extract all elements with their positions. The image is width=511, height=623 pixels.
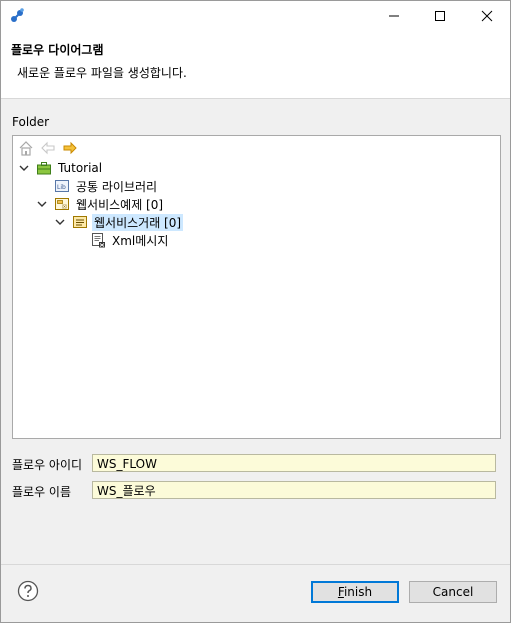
folder-tree[interactable]: Tutorial Lib 공통 라이브러리 ☒ 웹서비스예제 [0] 웹서비스거… xyxy=(12,135,501,439)
tree-node-label: 웹서비스거래 [0] xyxy=(92,213,184,231)
maximize-button[interactable] xyxy=(417,1,463,31)
chevron-down-icon[interactable] xyxy=(36,198,48,210)
flow-name-row: 플로우 이름 WS_플로우 xyxy=(12,481,496,501)
xml-message-icon xyxy=(90,232,106,248)
tree-node-tutorial[interactable]: Tutorial xyxy=(18,159,104,177)
briefcase-icon xyxy=(36,160,52,176)
flow-id-input[interactable]: WS_FLOW xyxy=(92,454,496,472)
svg-text:☒: ☒ xyxy=(62,204,67,211)
home-icon[interactable] xyxy=(18,140,34,156)
minimize-button[interactable] xyxy=(371,1,417,31)
cancel-button[interactable]: Cancel xyxy=(409,581,497,603)
forward-arrow-icon[interactable] xyxy=(62,140,78,156)
wizard-header: 플로우 다이어그램 새로운 플로우 파일을 생성합니다. xyxy=(1,31,510,99)
chevron-down-icon[interactable] xyxy=(18,162,30,174)
package-folder-icon: ☒ xyxy=(54,196,70,212)
page-description: 새로운 플로우 파일을 생성합니다. xyxy=(17,66,187,80)
tree-node-label: 웹서비스예제 [0] xyxy=(76,197,164,212)
tree-toolbar xyxy=(18,140,78,158)
page-title: 플로우 다이어그램 xyxy=(11,43,104,57)
help-icon[interactable] xyxy=(17,580,39,602)
back-arrow-icon[interactable] xyxy=(40,140,56,156)
library-icon: Lib xyxy=(54,178,70,194)
cancel-button-label: Cancel xyxy=(432,585,474,599)
tree-node-label: Tutorial xyxy=(58,161,103,175)
footer-divider xyxy=(1,564,510,565)
flow-name-label: 플로우 이름 xyxy=(12,484,72,499)
app-logo-icon xyxy=(9,7,27,25)
svg-text:Lib: Lib xyxy=(57,184,66,191)
folder-label: Folder xyxy=(12,115,50,129)
close-button[interactable] xyxy=(464,1,510,31)
close-icon xyxy=(481,10,493,22)
finish-button-label: Finish xyxy=(337,585,373,599)
flow-name-input[interactable]: WS_플로우 xyxy=(92,481,496,499)
dialog-window: 플로우 다이어그램 새로운 플로우 파일을 생성합니다. Folder Tuto… xyxy=(0,0,511,623)
tree-node-webservice-example[interactable]: ☒ 웹서비스예제 [0] xyxy=(36,195,165,213)
tree-node-webservice-transaction[interactable]: 웹서비스거래 [0] xyxy=(54,213,184,231)
finish-button[interactable]: Finish xyxy=(311,581,399,603)
tree-node-label: Xml메시지 xyxy=(112,233,169,248)
tree-node-label: 공통 라이브러리 xyxy=(76,179,158,194)
tree-node-common-library[interactable]: Lib 공통 라이브러리 xyxy=(54,177,159,195)
flow-id-row: 플로우 아이디 WS_FLOW xyxy=(12,454,496,474)
flow-id-label: 플로우 아이디 xyxy=(12,457,83,472)
tree-node-xml-message[interactable]: Xml메시지 xyxy=(90,231,170,249)
service-icon xyxy=(72,214,88,230)
chevron-down-icon[interactable] xyxy=(54,216,66,228)
title-bar xyxy=(1,1,510,31)
